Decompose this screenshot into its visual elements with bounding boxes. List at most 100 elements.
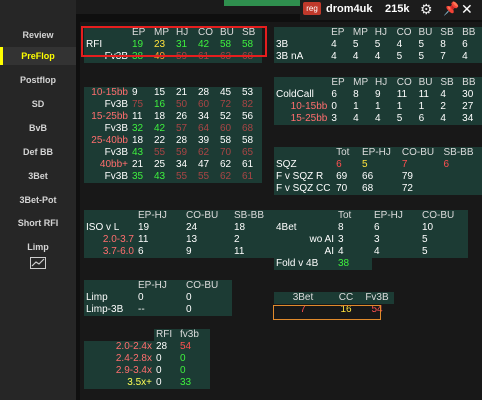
column-header bbox=[274, 27, 330, 39]
stat-value bbox=[441, 171, 482, 183]
stat-value: 2 bbox=[232, 234, 280, 246]
sidebar-item-limp[interactable]: Limp bbox=[0, 238, 76, 256]
squeeze-table: Tot EP-HJ CO-BU SB-BB SQZ 6 5 7 6 F v SQZ R 69 66 79… bbox=[274, 147, 482, 195]
column-header: Tot bbox=[336, 210, 372, 222]
stat-value: 69 bbox=[334, 171, 361, 183]
stat-value: 4 bbox=[460, 51, 482, 63]
stat-value: 0 bbox=[178, 353, 210, 365]
column-header: fv3b bbox=[178, 329, 210, 341]
sidebar-item-3bet[interactable]: 3Bet bbox=[0, 167, 76, 185]
stat-value: 5 bbox=[420, 246, 468, 258]
stat-value: 60 bbox=[196, 99, 218, 111]
column-header bbox=[84, 329, 154, 341]
column-header: MP bbox=[351, 77, 373, 89]
column-header: CO bbox=[394, 27, 417, 39]
column-header: CO-BU bbox=[420, 210, 468, 222]
row-label: 4Bet bbox=[274, 222, 336, 234]
stat-value: 5 bbox=[416, 51, 439, 63]
stat-value: 62 bbox=[218, 171, 240, 183]
column-header: BB bbox=[460, 27, 482, 39]
sidebar-item-sd[interactable]: SD bbox=[0, 95, 76, 113]
stat-value: 61 bbox=[240, 159, 262, 171]
stat-value: 5 bbox=[394, 113, 417, 125]
stat-value: 0 bbox=[154, 365, 178, 377]
stat-value: 16 bbox=[152, 99, 174, 111]
fourbet-table: Tot EP-HJ CO-BU 4Bet 8 6 10 wo AI 3 3 5 AI 4 4 5 Fold v… bbox=[274, 210, 468, 270]
stat-value: 34 bbox=[174, 159, 196, 171]
gear-icon[interactable]: ⚙ bbox=[420, 1, 433, 18]
stat-value: 5 bbox=[372, 39, 395, 51]
stat-value: 6 bbox=[329, 89, 352, 101]
stat-value: 6 bbox=[136, 246, 184, 258]
column-header bbox=[274, 210, 336, 222]
pin-icon[interactable]: 📌 bbox=[443, 1, 459, 17]
sidebar-item-3bet-pot[interactable]: 3Bet-Pot bbox=[0, 191, 76, 209]
column-header: EP-HJ bbox=[372, 210, 420, 222]
column-header: BB bbox=[460, 77, 482, 89]
rfi-highlight-box bbox=[81, 26, 267, 57]
stat-value: 35 bbox=[130, 171, 152, 183]
stat-value: 3 bbox=[329, 113, 352, 125]
row-label: 25-40bb bbox=[84, 135, 130, 147]
row-label: 15-25bb bbox=[84, 111, 130, 123]
row-label: 3B nA bbox=[274, 51, 330, 63]
sidebar-item-review[interactable]: Review bbox=[0, 26, 76, 44]
stat-value: 6 bbox=[460, 39, 482, 51]
row-label: 3.5x+ bbox=[84, 377, 154, 389]
sidebar-item-preflop[interactable]: PreFlop bbox=[0, 47, 76, 65]
row-label: 2.4-2.8x bbox=[84, 353, 154, 365]
stat-value: 5 bbox=[360, 159, 400, 171]
stat-value: 6 bbox=[441, 159, 482, 171]
stat-value: 10 bbox=[420, 222, 468, 234]
close-icon[interactable]: ✕ bbox=[461, 1, 473, 18]
stat-value: 6 bbox=[334, 159, 361, 171]
column-header: SB-BB bbox=[232, 210, 280, 222]
threebet-summary-highlight bbox=[273, 305, 381, 320]
player-name: drom4uk bbox=[326, 3, 373, 15]
row-label: 40bb+ bbox=[84, 159, 130, 171]
stat-value: 34 bbox=[460, 113, 482, 125]
column-header: CO bbox=[394, 77, 417, 89]
stat-value: 59 bbox=[174, 147, 196, 159]
stat-value: 4 bbox=[351, 113, 373, 125]
row-label: 3B bbox=[274, 39, 330, 51]
row-label: Fv3B bbox=[84, 147, 130, 159]
row-label: F v SQZ R bbox=[274, 171, 335, 183]
column-header: HJ bbox=[372, 27, 395, 39]
stat-value: 9 bbox=[130, 87, 152, 99]
stat-value: 6 bbox=[372, 222, 420, 234]
stat-value: 61 bbox=[240, 171, 262, 183]
sidebar-item-bvb[interactable]: BvB bbox=[0, 119, 76, 137]
column-header: BU bbox=[416, 27, 439, 39]
row-label: 2.9-3.4x bbox=[84, 365, 154, 377]
stat-value: 68 bbox=[360, 183, 400, 195]
row-label: 10-15bb bbox=[274, 101, 330, 113]
sidebar-item-def-bb[interactable]: Def BB bbox=[0, 143, 76, 161]
sidebar-item-postflop[interactable]: Postflop bbox=[0, 71, 76, 89]
stat-value: 2 bbox=[438, 101, 461, 113]
sidebar-item-short-rfi[interactable]: Short RFI bbox=[0, 214, 76, 232]
row-label: 10-15bb bbox=[84, 87, 130, 99]
column-header: CO-BU bbox=[399, 147, 442, 159]
stat-value: 65 bbox=[240, 147, 262, 159]
chart-icon[interactable] bbox=[30, 257, 46, 269]
column-header: EP-HJ bbox=[360, 147, 400, 159]
column-header: MP bbox=[350, 27, 373, 39]
rfi-sizing-table: RFI fv3b 2.0-2.4x 28 54 2.4-2.8x 0 0 2.9-3.4x 0 0 3… bbox=[84, 329, 210, 389]
stat-value: 8 bbox=[351, 89, 373, 101]
stat-value: 0 bbox=[184, 292, 232, 304]
stat-value: 5 bbox=[416, 39, 439, 51]
stat-value: 7 bbox=[438, 51, 461, 63]
player-type-badge: reg bbox=[303, 2, 321, 15]
stat-value: 8 bbox=[438, 39, 461, 51]
stat-value: 4 bbox=[372, 246, 420, 258]
column-header: SB-BB bbox=[441, 147, 482, 159]
stat-value: 62 bbox=[196, 147, 218, 159]
stat-value: 70 bbox=[218, 147, 240, 159]
stat-value: 21 bbox=[130, 159, 152, 171]
row-label: 3.7-6.0 bbox=[84, 246, 136, 258]
column-header: EP-HJ bbox=[136, 210, 184, 222]
row-label: SQZ bbox=[274, 159, 335, 171]
stat-value: 1 bbox=[351, 101, 373, 113]
column-header bbox=[84, 210, 136, 222]
